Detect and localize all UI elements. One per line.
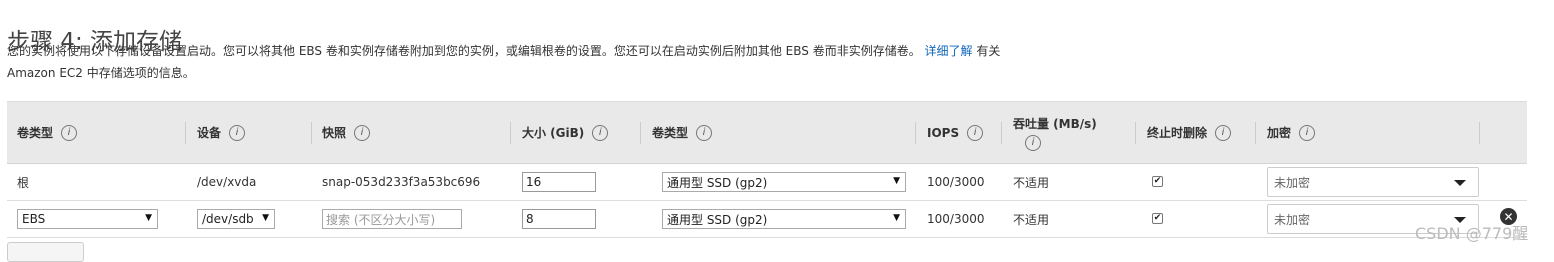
page-description: 您的实例将使用以下存储设备设置启动。您可以将其他 EBS 卷和实例存储卷附加到您… <box>7 40 1047 84</box>
table-row: EBS ▼ /dev/sdb ▼ 搜索 (不区分大小写) 8 通用型 SSD (… <box>7 201 1527 238</box>
size-input[interactable]: 16 <box>522 172 596 192</box>
info-icon[interactable]: i <box>1025 134 1041 151</box>
device-cell: /dev/xvda <box>197 175 257 189</box>
header-throughput: 吞吐量 (MB/s) i <box>1013 102 1097 163</box>
info-icon[interactable]: i <box>592 124 609 141</box>
learn-more-link[interactable]: 详细了解 <box>925 44 973 58</box>
column-divider <box>1479 122 1480 144</box>
header-iops: IOPS i <box>927 102 984 163</box>
header-encryption: 加密 i <box>1267 102 1316 163</box>
chevron-down-icon: ▼ <box>893 213 900 223</box>
table-header: 卷类型 i 设备 i 快照 i 大小 (GiB) i 卷类型 i IOPS i 吞吐量 (M… <box>7 101 1527 164</box>
column-divider <box>915 122 916 144</box>
column-divider <box>185 122 186 144</box>
encryption-select[interactable]: 未加密 <box>1267 167 1479 197</box>
info-icon[interactable]: i <box>1215 124 1232 141</box>
volume-type-select[interactable]: EBS ▼ <box>17 209 158 229</box>
chevron-down-icon: ▼ <box>145 213 152 223</box>
table-row: 根 /dev/xvda snap-053d233f3a53bc696 16 通用… <box>7 164 1527 201</box>
size-input[interactable]: 8 <box>522 209 596 229</box>
column-divider <box>510 122 511 144</box>
snapshot-search-input[interactable]: 搜索 (不区分大小写) <box>322 209 462 229</box>
storage-table: 卷类型 i 设备 i 快照 i 大小 (GiB) i 卷类型 i IOPS i 吞吐量 (M… <box>7 101 1527 238</box>
description-text: 您的实例将使用以下存储设备设置启动。您可以将其他 EBS 卷和实例存储卷附加到您… <box>7 44 921 58</box>
ebs-volume-type-select[interactable]: 通用型 SSD (gp2) ▼ <box>662 172 906 192</box>
header-snapshot: 快照 i <box>322 102 371 163</box>
chevron-down-icon: ▼ <box>262 213 269 223</box>
chevron-down-icon <box>1454 180 1466 186</box>
volume-type-cell: 根 <box>17 175 30 190</box>
header-size: 大小 (GiB) i <box>522 102 609 163</box>
chevron-down-icon: ▼ <box>893 176 900 186</box>
column-divider <box>1255 122 1256 144</box>
info-icon[interactable]: i <box>967 124 984 141</box>
info-icon[interactable]: i <box>61 124 78 141</box>
header-device: 设备 i <box>197 102 246 163</box>
snapshot-cell: snap-053d233f3a53bc696 <box>322 175 481 189</box>
watermark: CSDN @779醒 <box>1415 224 1529 243</box>
ebs-volume-type-select[interactable]: 通用型 SSD (gp2) ▼ <box>662 209 906 229</box>
iops-cell: 100/3000 <box>927 212 985 226</box>
column-divider <box>640 122 641 144</box>
info-icon[interactable]: i <box>1299 124 1316 141</box>
column-divider <box>1001 122 1002 144</box>
device-select[interactable]: /dev/sdb ▼ <box>197 209 275 229</box>
header-ebs-volume-type: 卷类型 i <box>652 102 713 163</box>
delete-on-termination-checkbox[interactable]: ✔ <box>1152 213 1163 224</box>
info-icon[interactable]: i <box>696 124 713 141</box>
column-divider <box>311 122 312 144</box>
delete-on-termination-checkbox[interactable]: ✔ <box>1152 176 1163 187</box>
column-divider <box>1135 122 1136 144</box>
header-delete-on-termination: 终止时删除 i <box>1147 102 1232 163</box>
iops-cell: 100/3000 <box>927 175 985 189</box>
throughput-cell: 不适用 <box>1013 212 1050 227</box>
throughput-cell: 不适用 <box>1013 175 1050 190</box>
header-volume-type: 卷类型 i <box>17 102 78 163</box>
info-icon[interactable]: i <box>229 124 246 141</box>
info-icon[interactable]: i <box>354 124 371 141</box>
add-new-volume-button[interactable] <box>7 242 84 262</box>
